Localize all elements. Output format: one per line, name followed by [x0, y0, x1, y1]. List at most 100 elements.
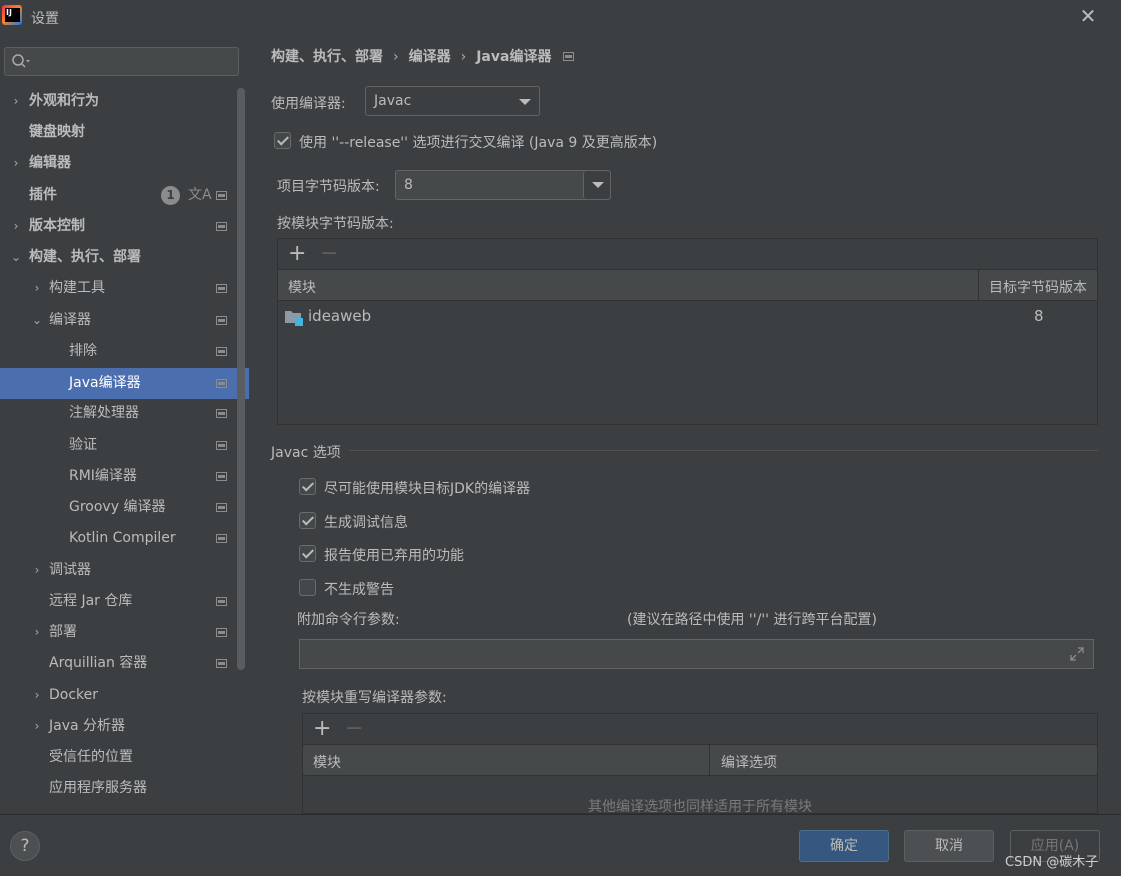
close-icon[interactable]: ✕	[1078, 6, 1098, 26]
column-header-module[interactable]: 模块	[313, 752, 341, 772]
project-level-icon	[216, 191, 227, 200]
column-header-options[interactable]: 编译选项	[721, 752, 777, 772]
extra-params-input[interactable]	[299, 639, 1094, 669]
table-header: 模块 编译选项	[303, 745, 1097, 776]
sidebar-item-appearance[interactable]: › 外观和行为	[0, 86, 249, 117]
chevron-right-icon[interactable]: ›	[30, 273, 44, 304]
bytecode-version-dropdown-button[interactable]	[583, 171, 610, 199]
sidebar-item-groovy-compiler[interactable]: Groovy 编译器	[0, 492, 249, 523]
column-header-target[interactable]: 目标字节码版本	[989, 277, 1087, 297]
sidebar-item-keymap[interactable]: 键盘映射	[0, 117, 249, 148]
javac-option-checkbox[interactable]	[299, 545, 316, 562]
cancel-button[interactable]: 取消	[904, 830, 994, 862]
chevron-down-icon[interactable]: ⌄	[30, 305, 44, 336]
sidebar-item-trusted-locations[interactable]: 受信任的位置	[0, 742, 249, 773]
table-row[interactable]: ideaweb 8	[278, 302, 1097, 332]
sidebar-item-build[interactable]: ⌄ 构建、执行、部署	[0, 242, 249, 273]
chevron-right-icon[interactable]: ›	[9, 86, 23, 117]
sidebar-item-build-tools[interactable]: › 构建工具	[0, 273, 249, 304]
sidebar-item-arquillian[interactable]: Arquillian 容器	[0, 648, 249, 679]
chevron-right-icon[interactable]: ›	[30, 617, 44, 648]
extra-params-label: 附加命令行参数:	[297, 612, 400, 628]
column-divider[interactable]	[978, 270, 979, 301]
sidebar-item-compiler[interactable]: ⌄ 编译器	[0, 305, 249, 336]
bytecode-version-value: 8	[404, 177, 413, 193]
sidebar-item-label: 键盘映射	[29, 124, 85, 140]
breadcrumb-item[interactable]: 编译器	[409, 46, 451, 66]
search-icon	[12, 54, 30, 68]
column-header-module[interactable]: 模块	[288, 277, 316, 297]
sidebar-item-rmi-compiler[interactable]: RMI编译器	[0, 461, 249, 492]
sidebar-item-validation[interactable]: 验证	[0, 430, 249, 461]
sidebar-item-vcs[interactable]: › 版本控制	[0, 211, 249, 242]
release-option-checkbox[interactable]	[274, 132, 291, 149]
chevron-right-icon[interactable]: ›	[30, 555, 44, 586]
breadcrumb-item[interactable]: 构建、执行、部署	[271, 46, 383, 66]
sidebar-item-label: 构建工具	[49, 280, 105, 296]
javac-option-label: 不生成警告	[324, 582, 394, 598]
section-divider	[349, 450, 1098, 451]
javac-option-checkbox[interactable]	[299, 512, 316, 529]
sidebar-item-docker[interactable]: › Docker	[0, 680, 249, 711]
chevron-down-icon[interactable]: ⌄	[9, 242, 23, 273]
sidebar-item-debugger[interactable]: › 调试器	[0, 555, 249, 586]
sidebar-item-app-servers[interactable]: 应用程序服务器	[0, 773, 249, 804]
sidebar-item-annotation-processors[interactable]: 注解处理器	[0, 398, 249, 429]
sidebar-item-label: RMI编译器	[69, 468, 137, 484]
chevron-right-icon[interactable]: ›	[9, 148, 23, 179]
sidebar-scrollbar[interactable]	[237, 88, 245, 670]
intellij-logo-icon	[2, 5, 22, 25]
sidebar-item-label: 验证	[69, 437, 97, 453]
sidebar-item-kotlin-compiler[interactable]: Kotlin Compiler	[0, 523, 249, 554]
project-level-icon	[216, 441, 227, 450]
sidebar-item-editor[interactable]: › 编辑器	[0, 148, 249, 179]
javac-option-checkbox[interactable]	[299, 478, 316, 495]
project-level-icon	[216, 597, 227, 606]
settings-search-box[interactable]	[4, 47, 239, 76]
project-level-icon	[216, 472, 227, 481]
sidebar-item-label: 排除	[69, 343, 97, 359]
remove-icon[interactable]: −	[320, 241, 338, 267]
javac-option-label: 尽可能使用模块目标JDK的编译器	[324, 481, 531, 497]
window-title: 设置	[31, 11, 59, 27]
sidebar-item-remote-jar[interactable]: 远程 Jar 仓库	[0, 586, 249, 617]
override-label: 按模块重写编译器参数:	[302, 690, 447, 706]
search-input[interactable]	[37, 51, 232, 72]
sidebar-item-label: Arquillian 容器	[49, 655, 148, 671]
extra-params-hint: (建议在路径中使用 ''/'' 进行跨平台配置)	[627, 612, 877, 628]
chevron-down-icon	[519, 99, 531, 105]
help-button[interactable]: ?	[10, 831, 40, 861]
override-table: + − 模块 编译选项 其他编译选项也同样适用于所有模块	[302, 713, 1098, 815]
add-icon[interactable]: +	[288, 241, 306, 267]
sidebar-item-label: 调试器	[49, 562, 91, 578]
compiler-select-value: Javac	[374, 93, 412, 109]
expand-icon[interactable]	[1069, 646, 1085, 662]
module-target-version: 8	[1034, 307, 1044, 325]
chevron-right-icon[interactable]: ›	[30, 680, 44, 711]
sidebar-item-deployment[interactable]: › 部署	[0, 617, 249, 648]
chevron-right-icon[interactable]: ›	[9, 211, 23, 242]
sidebar-item-label: 版本控制	[29, 218, 85, 234]
sidebar-item-label: 受信任的位置	[49, 749, 133, 765]
sidebar-item-label: 编辑器	[29, 155, 71, 171]
javac-option-checkbox[interactable]	[299, 579, 316, 596]
sidebar-item-excludes[interactable]: 排除	[0, 336, 249, 367]
module-bytecode-label: 按模块字节码版本:	[277, 216, 394, 232]
bytecode-version-combo[interactable]: 8	[395, 170, 611, 200]
add-icon[interactable]: +	[313, 716, 331, 742]
remove-icon[interactable]: −	[345, 716, 363, 742]
compiler-select[interactable]: Javac	[365, 86, 540, 116]
module-bytecode-toolbar: + −	[278, 239, 1097, 270]
sidebar-item-plugins[interactable]: 插件 1 文A	[0, 180, 249, 211]
sidebar-item-label: Docker	[49, 687, 99, 703]
sidebar-item-label: 应用程序服务器	[49, 780, 147, 796]
sidebar-item-label: 编译器	[49, 312, 91, 328]
settings-sidebar: › 外观和行为 键盘映射 › 编辑器 插件 1 文A › 版本控制 ⌄ 构建、执…	[0, 36, 249, 814]
ok-button[interactable]: 确定	[799, 830, 889, 862]
settings-content: 构建、执行、部署 › 编译器 › Java编译器 使用编译器: Javac 使用 ''-…	[249, 36, 1121, 815]
chevron-right-icon[interactable]: ›	[30, 711, 44, 742]
sidebar-item-java-profiler[interactable]: › Java 分析器	[0, 711, 249, 742]
column-divider[interactable]	[709, 745, 710, 776]
override-toolbar: + −	[303, 714, 1097, 745]
sidebar-item-java-compiler[interactable]: Java编译器	[0, 368, 249, 399]
